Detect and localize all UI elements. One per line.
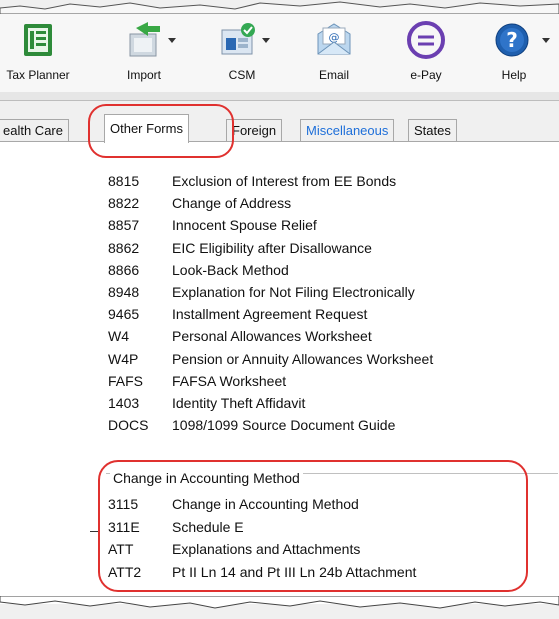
form-code: 1403: [108, 395, 140, 411]
form-description: 1098/1099 Source Document Guide: [172, 417, 396, 434]
form-description: Change of Address: [172, 195, 292, 212]
torn-edge-top: [0, 1, 559, 14]
form-description: Innocent Spouse Relief: [172, 217, 317, 234]
form-description: Look-Back Method: [172, 261, 289, 278]
tab-health-care[interactable]: ealth Care: [0, 119, 69, 142]
form-description: Installment Agreement Request: [172, 306, 368, 323]
form-description: EIC Eligibility after Disallowance: [172, 239, 372, 256]
form-code: DOCS: [108, 417, 149, 434]
svg-text:?: ?: [506, 28, 518, 52]
form-code: W4P: [108, 350, 139, 367]
help-icon: ?: [495, 23, 529, 57]
email-icon: @: [317, 23, 351, 55]
tab-miscellaneous[interactable]: Miscellaneous: [300, 119, 395, 142]
epay-button[interactable]: e-Pay: [388, 20, 464, 90]
epay-label: e-Pay: [410, 68, 442, 82]
csm-button[interactable]: CSM: [204, 20, 280, 90]
form-code: 8857: [108, 217, 140, 234]
form-description: Explanation for Not Filing Electronicall…: [172, 284, 415, 300]
tab-states[interactable]: States: [408, 119, 457, 142]
form-code: 8822: [108, 195, 140, 212]
highlight-callout-tab: [88, 104, 234, 158]
email-label: Email: [318, 68, 349, 82]
email-button[interactable]: @ Email: [296, 20, 372, 90]
form-code: 9465: [108, 306, 140, 323]
form-code: 8866: [108, 261, 140, 278]
import-button[interactable]: Import: [106, 20, 182, 90]
toolbar: Tax Planner Import CSM @ Email e-Pay ? H…: [0, 14, 559, 93]
application-window: Tax Planner Import CSM @ Email e-Pay ? H…: [0, 0, 559, 619]
help-dropdown-icon[interactable]: [542, 38, 550, 43]
form-code: 8948: [108, 284, 140, 300]
form-code: W4: [108, 328, 129, 345]
csm-label: CSM: [228, 68, 256, 82]
form-code: 8862: [108, 239, 140, 256]
form-tabs: ealth Care Other Forms Foreign Miscellan…: [0, 101, 559, 145]
form-description: Identity Theft Affidavit: [172, 395, 306, 411]
tax-planner-icon: [24, 24, 52, 56]
panel-tick-mark: [90, 531, 98, 532]
form-code: 8815: [108, 173, 140, 189]
form-description: Personal Allowances Worksheet: [172, 328, 372, 345]
tab-foreign[interactable]: Foreign: [226, 119, 283, 142]
import-dropdown-icon[interactable]: [168, 38, 176, 43]
tax-planner-button[interactable]: Tax Planner: [0, 20, 76, 90]
tax-planner-label: Tax Planner: [6, 68, 70, 82]
help-button[interactable]: ? Help: [476, 20, 552, 90]
help-label: Help: [501, 68, 527, 82]
form-description: Exclusion of Interest from EE Bonds: [172, 173, 397, 189]
epay-icon: [407, 21, 445, 59]
import-label: Import: [126, 68, 161, 82]
csm-dropdown-icon[interactable]: [262, 38, 270, 43]
torn-edge-bottom: [0, 596, 559, 609]
form-code: FAFS: [108, 372, 144, 389]
highlight-callout-group: [98, 460, 528, 592]
form-description: FAFSA Worksheet: [172, 372, 287, 389]
toolbar-separator: [0, 92, 559, 101]
form-description: Pension or Annuity Allowances Worksheet: [172, 350, 434, 367]
